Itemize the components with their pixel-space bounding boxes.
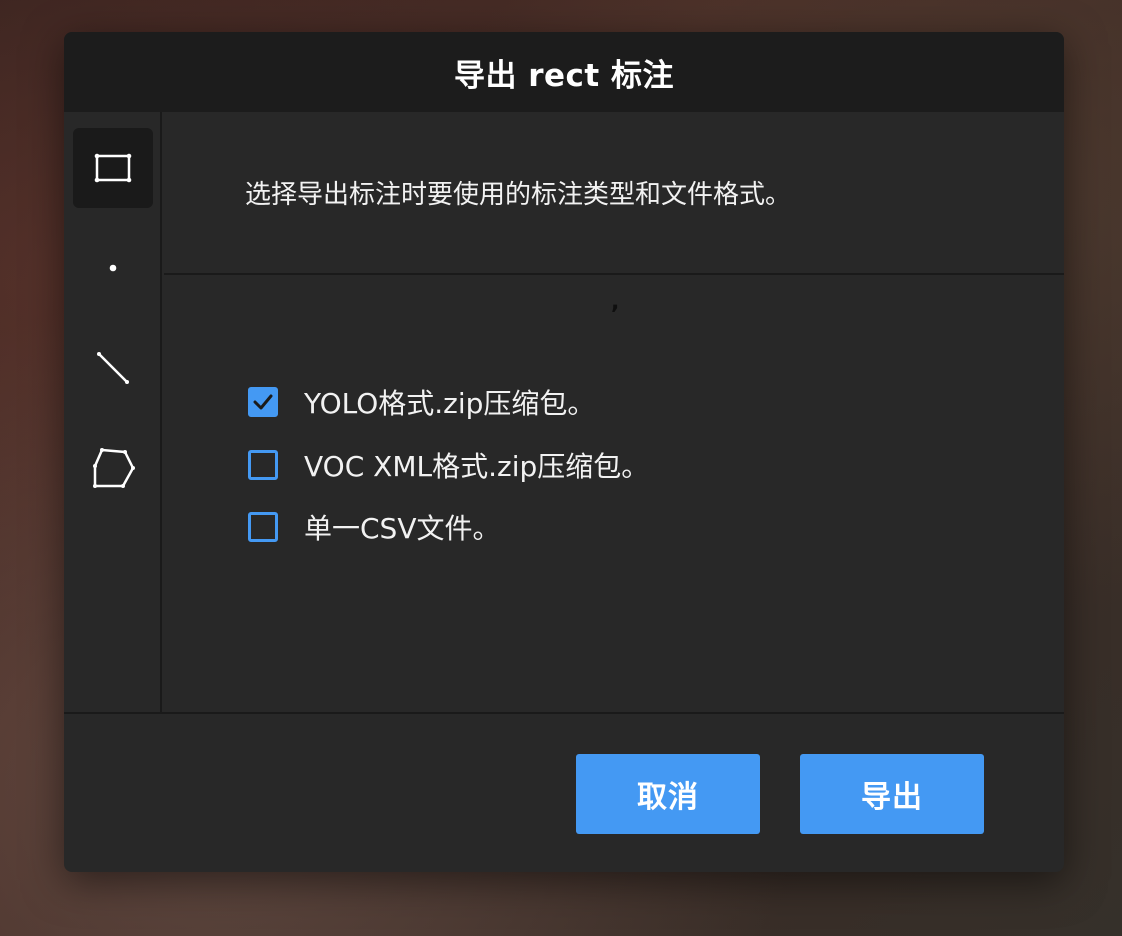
- dialog-title: 导出 rect 标注: [453, 57, 675, 94]
- yolo-checkbox[interactable]: [248, 387, 278, 417]
- stray-mark: ,: [611, 290, 620, 315]
- annotation-type-sidebar: [64, 112, 162, 712]
- intro-section: 选择导出标注时要使用的标注类型和文件格式。: [164, 112, 1064, 275]
- option-yolo[interactable]: YOLO格式.zip压缩包。: [248, 384, 595, 420]
- cancel-button[interactable]: 取消: [576, 754, 760, 834]
- voc-xml-checkbox[interactable]: [248, 450, 278, 480]
- polygon-icon: [93, 448, 135, 488]
- csv-checkbox[interactable]: [248, 512, 278, 542]
- tool-line[interactable]: [73, 328, 153, 408]
- tool-rectangle[interactable]: [73, 128, 153, 208]
- csv-label: 单一CSV文件。: [304, 512, 501, 545]
- rectangle-icon: [94, 153, 132, 183]
- voc-xml-label: VOC XML格式.zip压缩包。: [304, 450, 650, 483]
- line-icon: [97, 352, 129, 384]
- option-voc-xml[interactable]: VOC XML格式.zip压缩包。: [248, 447, 649, 483]
- intro-text: 选择导出标注时要使用的标注类型和文件格式。: [245, 180, 792, 210]
- export-button[interactable]: 导出: [800, 754, 984, 834]
- export-dialog: 导出 rect 标注 选择导出标注时要使用的标注类型和文件格式。 , YOLO格…: [64, 32, 1064, 872]
- dialog-header: 导出 rect 标注: [64, 32, 1064, 112]
- checkmark-icon: [253, 394, 273, 410]
- option-csv[interactable]: 单一CSV文件。: [248, 509, 500, 545]
- dialog-footer: 取消 导出: [64, 712, 1064, 872]
- tool-point[interactable]: [73, 228, 153, 308]
- yolo-label: YOLO格式.zip压缩包。: [304, 387, 596, 420]
- point-icon: [109, 264, 117, 272]
- tool-polygon[interactable]: [73, 428, 153, 508]
